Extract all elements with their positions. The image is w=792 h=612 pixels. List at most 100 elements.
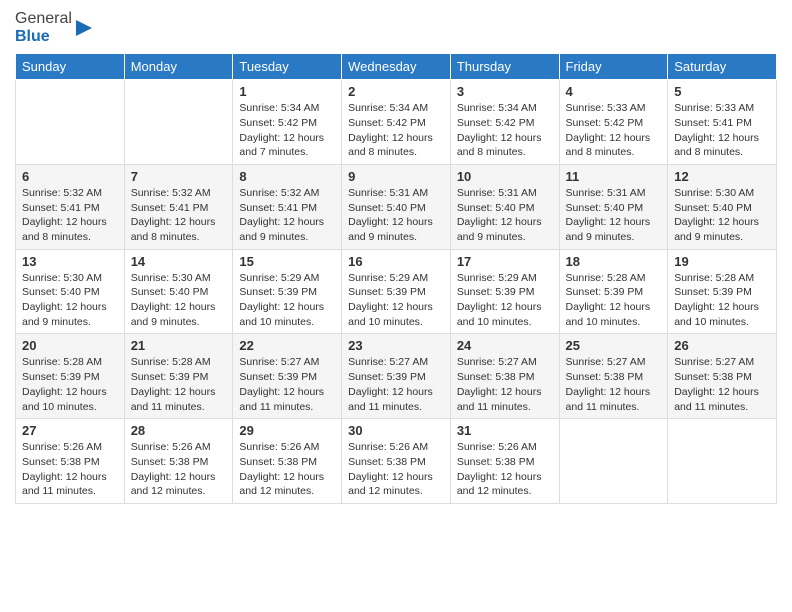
day-info: Sunrise: 5:31 AM Sunset: 5:40 PM Dayligh… <box>566 186 662 245</box>
week-row-1: 1 Sunrise: 5:34 AM Sunset: 5:42 PM Daylig… <box>16 80 777 165</box>
day-cell: 7 Sunrise: 5:32 AM Sunset: 5:41 PM Daylig… <box>124 164 233 249</box>
day-cell: 2 Sunrise: 5:34 AM Sunset: 5:42 PM Daylig… <box>342 80 451 165</box>
day-info: Sunrise: 5:27 AM Sunset: 5:38 PM Dayligh… <box>457 355 553 414</box>
day-cell: 3 Sunrise: 5:34 AM Sunset: 5:42 PM Daylig… <box>450 80 559 165</box>
day-number: 4 <box>566 84 662 99</box>
day-cell: 26 Sunrise: 5:27 AM Sunset: 5:38 PM Dayli… <box>668 334 777 419</box>
day-number: 23 <box>348 338 444 353</box>
day-cell: 20Sunrise: 5:28 AM Sunset: 5:39 PM Dayli… <box>16 334 125 419</box>
week-row-5: 27 Sunrise: 5:26 AM Sunset: 5:38 PM Dayli… <box>16 419 777 504</box>
day-number: 30 <box>348 423 444 438</box>
day-info: Sunrise: 5:27 AM Sunset: 5:39 PM Dayligh… <box>348 355 444 414</box>
day-cell: 5 Sunrise: 5:33 AM Sunset: 5:41 PM Daylig… <box>668 80 777 165</box>
week-row-2: 6 Sunrise: 5:32 AM Sunset: 5:41 PM Daylig… <box>16 164 777 249</box>
day-cell: 16 Sunrise: 5:29 AM Sunset: 5:39 PM Dayli… <box>342 249 451 334</box>
day-info: Sunrise: 5:28 AM Sunset: 5:39 PM Dayligh… <box>131 355 227 414</box>
header-day-friday: Friday <box>559 54 668 80</box>
day-cell: 13 Sunrise: 5:30 AM Sunset: 5:40 PM Dayli… <box>16 249 125 334</box>
day-info: Sunrise: 5:30 AM Sunset: 5:40 PM Dayligh… <box>674 186 770 245</box>
day-number: 6 <box>22 169 118 184</box>
day-info: Sunrise: 5:34 AM Sunset: 5:42 PM Dayligh… <box>457 101 553 160</box>
day-number: 1 <box>239 84 335 99</box>
day-number: 10 <box>457 169 553 184</box>
day-number: 15 <box>239 254 335 269</box>
day-info: Sunrise: 5:26 AM Sunset: 5:38 PM Dayligh… <box>348 440 444 499</box>
day-info: Sunrise: 5:26 AM Sunset: 5:38 PM Dayligh… <box>22 440 118 499</box>
day-number: 13 <box>22 254 118 269</box>
day-number: 31 <box>457 423 553 438</box>
logo-blue-text: Blue <box>15 28 72 46</box>
day-cell: 24 Sunrise: 5:27 AM Sunset: 5:38 PM Dayli… <box>450 334 559 419</box>
day-number: 16 <box>348 254 444 269</box>
day-number: 28 <box>131 423 227 438</box>
week-row-4: 20Sunrise: 5:28 AM Sunset: 5:39 PM Dayli… <box>16 334 777 419</box>
day-info: Sunrise: 5:33 AM Sunset: 5:42 PM Dayligh… <box>566 101 662 160</box>
day-info: Sunrise: 5:32 AM Sunset: 5:41 PM Dayligh… <box>22 186 118 245</box>
day-cell: 12 Sunrise: 5:30 AM Sunset: 5:40 PM Dayli… <box>668 164 777 249</box>
day-info: Sunrise: 5:30 AM Sunset: 5:40 PM Dayligh… <box>22 271 118 330</box>
day-number: 26 <box>674 338 770 353</box>
day-cell: 28 Sunrise: 5:26 AM Sunset: 5:38 PM Dayli… <box>124 419 233 504</box>
header-day-sunday: Sunday <box>16 54 125 80</box>
day-info: Sunrise: 5:31 AM Sunset: 5:40 PM Dayligh… <box>457 186 553 245</box>
day-info: Sunrise: 5:28 AM Sunset: 5:39 PM Dayligh… <box>674 271 770 330</box>
day-cell: 17Sunrise: 5:29 AM Sunset: 5:39 PM Dayli… <box>450 249 559 334</box>
day-cell <box>124 80 233 165</box>
header-day-saturday: Saturday <box>668 54 777 80</box>
header-day-tuesday: Tuesday <box>233 54 342 80</box>
day-number: 29 <box>239 423 335 438</box>
day-info: Sunrise: 5:27 AM Sunset: 5:38 PM Dayligh… <box>566 355 662 414</box>
day-cell: 9 Sunrise: 5:31 AM Sunset: 5:40 PM Daylig… <box>342 164 451 249</box>
day-number: 24 <box>457 338 553 353</box>
day-cell: 27 Sunrise: 5:26 AM Sunset: 5:38 PM Dayli… <box>16 419 125 504</box>
day-cell: 25Sunrise: 5:27 AM Sunset: 5:38 PM Dayli… <box>559 334 668 419</box>
day-info: Sunrise: 5:31 AM Sunset: 5:40 PM Dayligh… <box>348 186 444 245</box>
day-info: Sunrise: 5:29 AM Sunset: 5:39 PM Dayligh… <box>239 271 335 330</box>
day-number: 22 <box>239 338 335 353</box>
day-info: Sunrise: 5:34 AM Sunset: 5:42 PM Dayligh… <box>348 101 444 160</box>
day-info: Sunrise: 5:27 AM Sunset: 5:39 PM Dayligh… <box>239 355 335 414</box>
day-number: 21 <box>131 338 227 353</box>
day-cell <box>668 419 777 504</box>
day-number: 8 <box>239 169 335 184</box>
day-cell: 14Sunrise: 5:30 AM Sunset: 5:40 PM Dayli… <box>124 249 233 334</box>
day-info: Sunrise: 5:26 AM Sunset: 5:38 PM Dayligh… <box>239 440 335 499</box>
day-cell: 15 Sunrise: 5:29 AM Sunset: 5:39 PM Dayli… <box>233 249 342 334</box>
day-cell: 18Sunrise: 5:28 AM Sunset: 5:39 PM Dayli… <box>559 249 668 334</box>
day-cell: 21 Sunrise: 5:28 AM Sunset: 5:39 PM Dayli… <box>124 334 233 419</box>
day-cell <box>559 419 668 504</box>
day-number: 17 <box>457 254 553 269</box>
header-day-monday: Monday <box>124 54 233 80</box>
day-number: 2 <box>348 84 444 99</box>
day-number: 5 <box>674 84 770 99</box>
day-info: Sunrise: 5:26 AM Sunset: 5:38 PM Dayligh… <box>131 440 227 499</box>
day-cell: 6 Sunrise: 5:32 AM Sunset: 5:41 PM Daylig… <box>16 164 125 249</box>
day-cell: 19 Sunrise: 5:28 AM Sunset: 5:39 PM Dayli… <box>668 249 777 334</box>
day-cell: 23 Sunrise: 5:27 AM Sunset: 5:39 PM Dayli… <box>342 334 451 419</box>
logo: General Blue <box>15 10 94 45</box>
day-cell <box>16 80 125 165</box>
day-cell: 29 Sunrise: 5:26 AM Sunset: 5:38 PM Dayli… <box>233 419 342 504</box>
header-day-thursday: Thursday <box>450 54 559 80</box>
day-cell: 11Sunrise: 5:31 AM Sunset: 5:40 PM Dayli… <box>559 164 668 249</box>
header-day-wednesday: Wednesday <box>342 54 451 80</box>
day-number: 3 <box>457 84 553 99</box>
day-number: 14 <box>131 254 227 269</box>
day-info: Sunrise: 5:33 AM Sunset: 5:41 PM Dayligh… <box>674 101 770 160</box>
day-info: Sunrise: 5:28 AM Sunset: 5:39 PM Dayligh… <box>22 355 118 414</box>
day-number: 7 <box>131 169 227 184</box>
day-cell: 30 Sunrise: 5:26 AM Sunset: 5:38 PM Dayli… <box>342 419 451 504</box>
day-number: 19 <box>674 254 770 269</box>
day-info: Sunrise: 5:28 AM Sunset: 5:39 PM Dayligh… <box>566 271 662 330</box>
calendar-table: SundayMondayTuesdayWednesdayThursdayFrid… <box>15 53 777 504</box>
day-number: 9 <box>348 169 444 184</box>
day-info: Sunrise: 5:32 AM Sunset: 5:41 PM Dayligh… <box>131 186 227 245</box>
header-row: SundayMondayTuesdayWednesdayThursdayFrid… <box>16 54 777 80</box>
header: General Blue <box>15 10 777 45</box>
day-info: Sunrise: 5:34 AM Sunset: 5:42 PM Dayligh… <box>239 101 335 160</box>
page: General Blue SundayMondayTuesdayWednesda… <box>0 0 792 612</box>
day-number: 27 <box>22 423 118 438</box>
day-info: Sunrise: 5:27 AM Sunset: 5:38 PM Dayligh… <box>674 355 770 414</box>
day-info: Sunrise: 5:29 AM Sunset: 5:39 PM Dayligh… <box>348 271 444 330</box>
day-number: 12 <box>674 169 770 184</box>
